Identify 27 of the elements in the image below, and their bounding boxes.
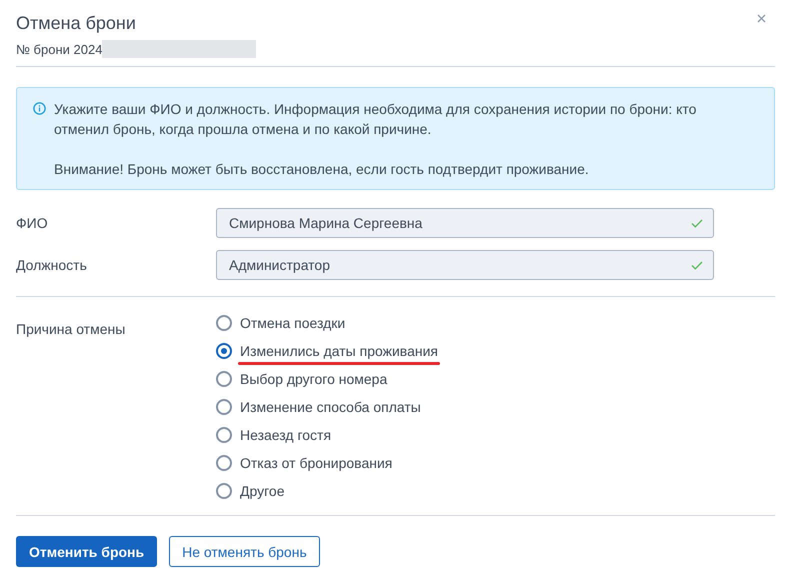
option-label[interactable]: Незаезд гостя <box>240 427 332 443</box>
radio-button[interactable] <box>216 399 232 415</box>
input-field[interactable]: Администратор <box>216 250 714 280</box>
booking-number: № брони 2024 <box>16 42 102 56</box>
dialog-title: Отмена брони <box>16 12 137 34</box>
option-label[interactable]: Отмена поездки <box>240 315 346 331</box>
info-text: Внимание! Бронь может быть восстановлена, если гость подтвердит проживание. <box>54 160 590 179</box>
keep-booking-button[interactable]: Не отменять бронь <box>169 536 320 567</box>
option-label[interactable]: Другое <box>240 483 284 499</box>
info-icon <box>33 102 46 115</box>
field-label: ФИО <box>16 215 49 231</box>
radio-button[interactable] <box>216 343 232 359</box>
input-field[interactable]: Смирнова Марина Сергеевна <box>216 208 714 238</box>
field-label: Должность <box>16 257 88 273</box>
radio-button[interactable] <box>216 455 232 471</box>
info-text: Укажите ваши ФИО и должность. Информация необходима для сохранения истории по брони: кто отменил бронь, когда прошла отмена и по какой причине. <box>54 100 698 139</box>
option-label[interactable]: Выбор другого номера <box>240 371 388 387</box>
close-icon[interactable] <box>757 14 766 23</box>
radio-button[interactable] <box>216 427 232 443</box>
option-label[interactable]: Изменились даты проживания <box>240 343 438 359</box>
radio-button[interactable] <box>216 315 232 331</box>
radio-button[interactable] <box>216 371 232 387</box>
radio-button[interactable] <box>216 483 232 499</box>
option-label[interactable]: Изменение способа оплаты <box>240 399 421 415</box>
field-label: Причина отмены <box>16 321 126 339</box>
option-label[interactable]: Отказ от бронирования <box>240 455 392 471</box>
cancel-booking-button[interactable]: Отменить бронь <box>16 536 158 567</box>
